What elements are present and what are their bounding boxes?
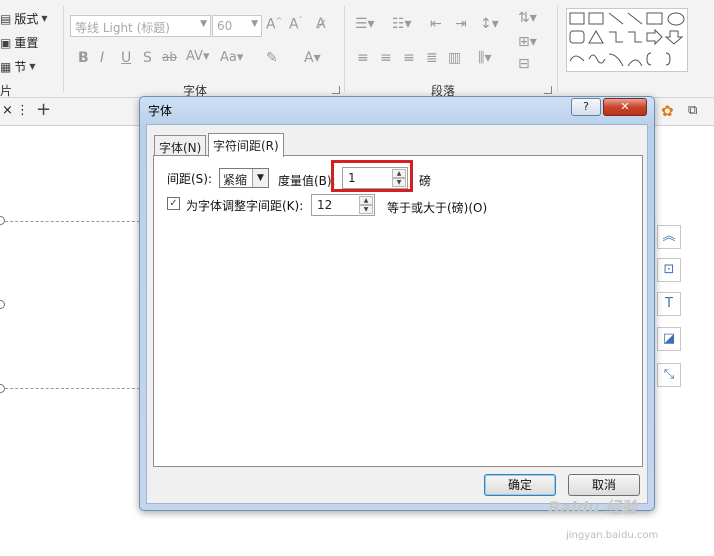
chevron-down-icon: ▼ (29, 62, 36, 71)
font-dialog: 字体 ? ✕ 字体(N) 字符间距(R) 间距(S): 紧缩 ▼ 度量值(B):… (139, 96, 655, 511)
section-icon: ▦ (0, 59, 12, 74)
grow-font-icon[interactable]: A^ (266, 16, 282, 33)
align-right-icon[interactable]: ≡ (403, 50, 415, 66)
smartart-icon[interactable]: ⊟ (518, 56, 530, 72)
font-dialog-launcher-icon[interactable] (332, 86, 340, 94)
layout-button[interactable]: ▤ 版式 ▼ (0, 10, 48, 27)
underline-icon[interactable]: U (121, 50, 131, 66)
font-name-dropdown[interactable]: 等线 Light (标题) ▼ (70, 15, 211, 37)
bullets-icon[interactable]: ☰▾ (355, 16, 375, 32)
increase-indent-icon[interactable]: ⇥ (455, 16, 467, 32)
spacing-label: 间距(S): (167, 172, 213, 186)
italic-icon[interactable]: I (100, 50, 104, 66)
tab-font[interactable]: 字体(N) (154, 135, 207, 157)
change-case-icon[interactable]: Aa▾ (220, 50, 243, 65)
align-left-icon[interactable]: ≡ (357, 50, 369, 66)
collapse-icon[interactable]: ︽ (657, 225, 681, 249)
help-button[interactable]: ? (571, 98, 601, 116)
size-icon[interactable]: ⤡ (657, 363, 681, 387)
watermark-logo: Baidu 经验 (548, 498, 637, 517)
slides-group-label: 片 (0, 84, 13, 98)
font-color-icon[interactable]: A▾ (304, 50, 321, 66)
measure-label: 度量值(B): (278, 174, 336, 188)
chevron-down-icon: ▼ (251, 19, 258, 29)
shadow-icon[interactable]: S (143, 50, 152, 66)
kerning-checkbox[interactable]: ✓ (167, 197, 180, 210)
window-icon[interactable]: ⧉ (688, 103, 697, 118)
position-icon[interactable]: ⊡ (657, 258, 681, 282)
distributed-icon[interactable]: ▥ (448, 50, 461, 66)
close-tab-icon[interactable]: × (2, 103, 13, 118)
columns-icon[interactable]: ⫼▾ (478, 50, 491, 66)
decrease-indent-icon[interactable]: ⇤ (430, 16, 442, 32)
tab-menu-icon[interactable]: ⋮ (16, 103, 29, 118)
shrink-font-icon[interactable]: Aˇ (289, 16, 303, 33)
text-placeholder[interactable] (0, 221, 140, 389)
group-divider (344, 6, 345, 92)
align-center-icon[interactable]: ≡ (380, 50, 392, 66)
add-tab-icon[interactable]: + (36, 99, 51, 120)
chevron-down-icon: ▼ (200, 19, 207, 29)
align-text-icon[interactable]: ⊞▾ (518, 34, 537, 50)
kerning-suffix: 等于或大于(磅)(O) (387, 201, 488, 215)
chevron-down-icon: ▼ (252, 169, 268, 187)
character-spacing-icon[interactable]: AV▾ (186, 49, 209, 64)
reset-button[interactable]: ▣ 重置 (0, 34, 38, 51)
watermark-url: jingyan.baidu.com (566, 530, 659, 541)
line-spacing-icon[interactable]: ↕▾ (480, 16, 499, 32)
reset-icon: ▣ (0, 35, 12, 50)
spin-up-icon[interactable]: ▲ (359, 196, 373, 205)
ribbon: ▤ 版式 ▼ ▣ 重置 ▦ 节 ▼ 片 等线 Light (标题) ▼ 60 ▼… (0, 0, 714, 98)
shapes-gallery-icons (569, 12, 685, 67)
spin-down-icon[interactable]: ▼ (359, 205, 373, 214)
dialog-title: 字体 (148, 104, 173, 118)
gear-icon[interactable]: ✿ (661, 102, 674, 120)
character-spacing-panel: 间距(S): 紧缩 ▼ 度量值(B): 1 ▲ ▼ 磅 ✓ 为字体调整字间距(K… (153, 155, 643, 467)
kerning-label: 为字体调整字间距(K): (186, 199, 304, 213)
section-button[interactable]: ▦ 节 ▼ (0, 58, 36, 75)
spacing-select[interactable]: 紧缩 ▼ (219, 168, 269, 188)
unit-label: 磅 (419, 174, 432, 188)
tab-character-spacing[interactable]: 字符间距(R) (208, 133, 284, 157)
group-divider (557, 6, 558, 92)
measure-highlight-box (331, 160, 413, 192)
numbering-icon[interactable]: ☷▾ (392, 16, 412, 32)
strikethrough-icon[interactable]: ab (162, 50, 177, 64)
clear-format-icon[interactable]: A̷ (316, 16, 326, 32)
paragraph-dialog-launcher-icon[interactable] (544, 86, 552, 94)
justify-icon[interactable]: ≣ (426, 50, 438, 66)
arrange-icon[interactable]: ◪ (657, 327, 681, 351)
chevron-down-icon: ▼ (41, 14, 48, 23)
font-size-dropdown[interactable]: 60 ▼ (212, 15, 262, 37)
highlight-icon[interactable]: ✎ (266, 50, 278, 66)
cancel-button[interactable]: 取消 (568, 474, 640, 496)
close-button[interactable]: ✕ (603, 98, 647, 116)
kerning-size-input[interactable]: 12 ▲ ▼ (311, 194, 375, 216)
text-direction-icon[interactable]: ⇅▾ (518, 10, 537, 26)
layout-icon: ▤ (0, 11, 12, 26)
shapes-gallery[interactable] (566, 8, 688, 72)
resize-handle[interactable] (0, 384, 5, 393)
group-divider (63, 6, 64, 92)
bold-icon[interactable]: B (78, 50, 89, 66)
textbox-icon[interactable]: T (657, 292, 681, 316)
ok-button[interactable]: 确定 (484, 474, 556, 496)
